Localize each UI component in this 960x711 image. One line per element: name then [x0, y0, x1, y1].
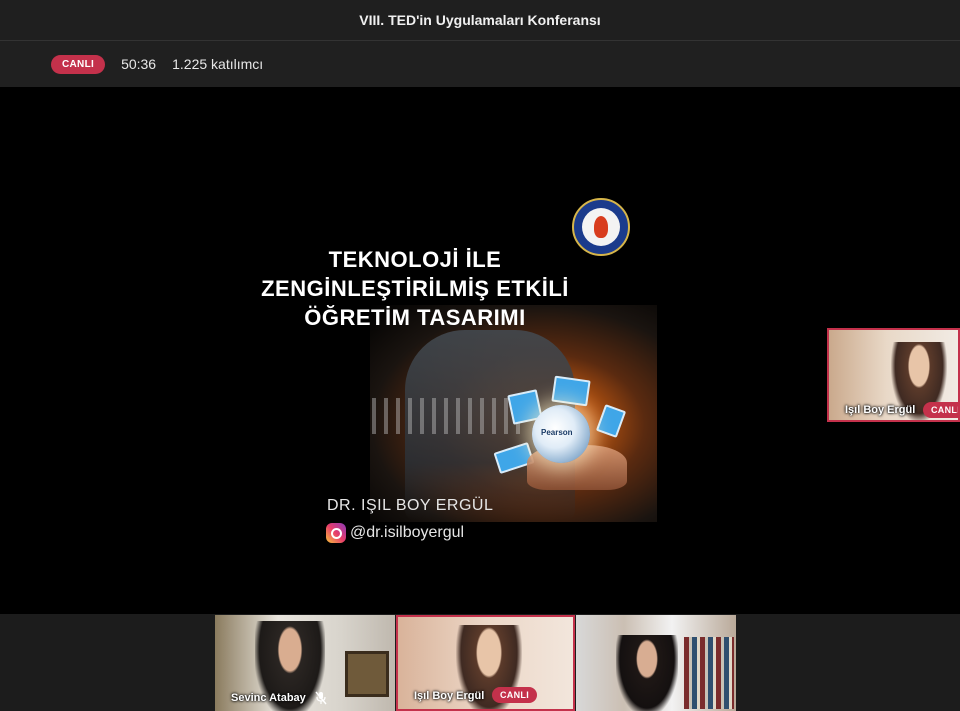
slide-title: TEKNOLOJİ İLE ZENGİNLEŞTİRİLMİŞ ETKİLİ Ö…	[240, 245, 590, 332]
instagram-icon	[326, 523, 346, 543]
elapsed-time: 50:36	[121, 56, 157, 72]
instagram-handle: @dr.isilboyergul	[350, 524, 465, 541]
ted-logo-emblem	[582, 208, 620, 246]
participant-tile[interactable]: Işıl Boy Ergül CANLI	[396, 615, 575, 711]
slide-device-laptop	[551, 375, 591, 407]
live-badge: CANLI	[492, 687, 537, 703]
participant-tile[interactable]	[576, 615, 736, 711]
participant-name: Işıl Boy Ergül	[845, 404, 916, 416]
slide-title-line-3: ÖĞRETİM TASARIMI	[304, 305, 526, 330]
slide-crowd-figures	[372, 398, 522, 434]
live-badge: CANLI	[51, 54, 106, 74]
background-bookshelf	[684, 637, 734, 709]
participant-name: Işıl Boy Ergül	[414, 690, 485, 702]
slide-instagram-row: @dr.isilboyergul	[326, 523, 464, 543]
attendee-count[interactable]: 1.225 katılımcı	[172, 56, 263, 72]
participant-tile[interactable]: Sevinc Atabay	[215, 615, 395, 711]
participant-name: Sevinc Atabay	[231, 692, 306, 704]
window-title-bar: VIII. TED'in Uygulamaları Konferansı	[0, 0, 960, 41]
spotlight-video-tile[interactable]: Işıl Boy Ergül CANLI	[827, 328, 960, 422]
participant-video	[616, 635, 678, 711]
pearson-logo-text: Pearson	[541, 428, 573, 437]
slide-title-line-1: TEKNOLOJİ İLE	[328, 247, 502, 272]
mic-off-icon	[315, 691, 327, 705]
torch-flame-icon	[594, 216, 608, 238]
slide-title-line-2: ZENGİNLEŞTİRİLMİŞ ETKİLİ	[261, 276, 569, 301]
live-badge: CANLI	[923, 402, 958, 418]
window-title: VIII. TED'in Uygulamaları Konferansı	[359, 12, 601, 28]
background-frame	[345, 651, 389, 697]
slide-presenter-name: DR. IŞIL BOY ERGÜL	[327, 497, 494, 514]
meeting-status-bar: CANLI 50:36 1.225 katılımcı	[0, 41, 960, 87]
